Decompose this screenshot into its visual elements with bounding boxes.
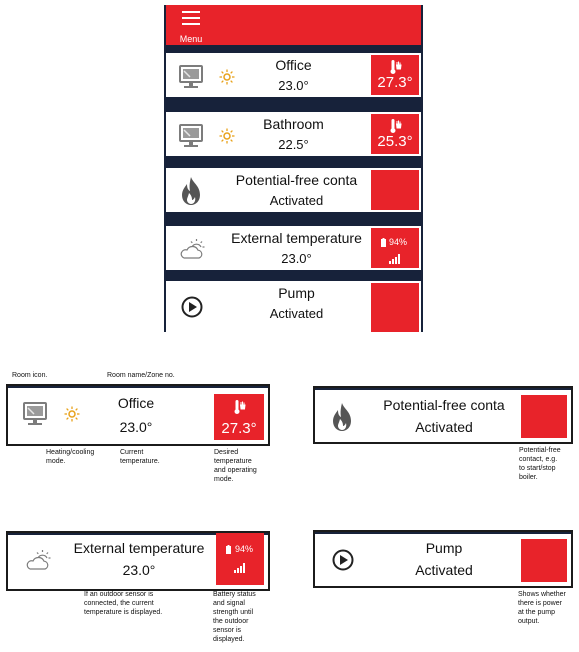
menu-button[interactable]: Menu <box>176 10 206 44</box>
signal-bars-icon <box>234 563 246 573</box>
label-room-icon: Room icon. <box>12 372 48 379</box>
card-title: External temperature <box>73 540 205 556</box>
monitor-icon <box>22 401 48 427</box>
menu-label: Menu <box>179 34 203 44</box>
battery-icon <box>381 238 386 247</box>
pump-output-indicator <box>371 283 419 332</box>
card-battery-signal-panel: 94% <box>216 533 264 585</box>
note-potential-free: Potential-free contact, e.g. to start/st… <box>519 447 561 481</box>
zone-row-bathroom[interactable]: Bathroom 22.5° 25.3° <box>166 112 421 156</box>
external-card-example: External temperature 23.0° 94% <box>6 531 270 591</box>
external-temperature-row[interactable]: External temperature 23.0° 94% <box>166 226 421 270</box>
card-title: Potential-free conta <box>383 397 505 413</box>
contact-card-example: Potential-free conta Activated <box>313 386 573 444</box>
note-heating-cooling: Heating/cooling mode. <box>46 449 95 465</box>
note-current-temp: Current temperature. <box>120 449 160 465</box>
device-screen: Menu Office 23.0° 27.3° Bathroom 22.5° 2… <box>164 5 423 332</box>
thermometer-hand-icon <box>234 399 246 415</box>
flame-icon <box>331 402 353 432</box>
card-desired-panel: 27.3° <box>214 394 264 440</box>
card-output-indicator <box>521 395 567 438</box>
zone-temperature: 23.0° <box>278 78 309 93</box>
flame-icon <box>180 176 202 206</box>
cloud-sun-icon <box>178 238 206 260</box>
contact-title: Potential-free conta <box>235 172 358 188</box>
card-temperature: 23.0° <box>119 419 153 435</box>
label-room-name: Room name/Zone no. <box>107 372 175 379</box>
zone-temperature: 22.5° <box>278 137 309 152</box>
note-battery-status: Battery status and signal strength until… <box>213 591 256 643</box>
battery-level: 94% <box>389 237 408 247</box>
note-pump-power: Shows whether there is power at the pump… <box>518 591 566 625</box>
desired-temperature-panel[interactable]: 25.3° <box>371 114 419 154</box>
top-bar: Menu <box>166 5 421 45</box>
thermometer-hand-icon <box>390 59 402 75</box>
card-status: Activated <box>415 562 473 578</box>
pump-title: Pump <box>278 285 315 301</box>
room-card-example: Office 23.0° 27.3° <box>6 384 270 446</box>
external-temperature-title: External temperature <box>231 230 362 246</box>
thermometer-hand-icon <box>390 118 402 134</box>
zone-title: Office <box>275 57 312 73</box>
card-output-indicator <box>521 539 567 582</box>
external-temperature-value: 23.0° <box>281 251 312 266</box>
desired-temperature: 25.3° <box>377 133 413 150</box>
card-temperature: 23.0° <box>122 562 156 578</box>
zone-row-office[interactable]: Office 23.0° 27.3° <box>166 53 421 97</box>
monitor-icon <box>178 123 204 149</box>
battery-signal-panel: 94% <box>371 228 419 268</box>
desired-temperature: 27.3° <box>377 74 413 91</box>
cloud-sun-icon <box>24 549 52 571</box>
play-circle-icon <box>181 296 203 318</box>
pump-status: Activated <box>269 306 324 321</box>
contact-row[interactable]: Potential-free conta Activated <box>166 168 421 212</box>
signal-bars-icon <box>389 254 401 264</box>
contact-output-indicator <box>371 170 419 210</box>
card-title: Office <box>117 395 155 411</box>
desired-temperature-panel[interactable]: 27.3° <box>371 55 419 95</box>
card-battery-level: 94% <box>235 544 254 554</box>
card-status: Activated <box>415 419 473 435</box>
contact-status: Activated <box>269 193 324 208</box>
card-desired-temperature: 27.3° <box>221 420 257 437</box>
battery-icon <box>226 545 231 554</box>
note-desired-temp: Desired temperature and operating mode. <box>214 449 257 483</box>
monitor-icon <box>178 64 204 90</box>
play-circle-icon <box>332 549 354 571</box>
note-outdoor-sensor: If an outdoor sensor is connected, the c… <box>84 591 163 616</box>
card-title: Pump <box>425 540 463 556</box>
zone-title: Bathroom <box>263 116 324 132</box>
pump-card-example: Pump Activated <box>313 530 573 588</box>
pump-row[interactable]: Pump Activated <box>166 281 421 332</box>
